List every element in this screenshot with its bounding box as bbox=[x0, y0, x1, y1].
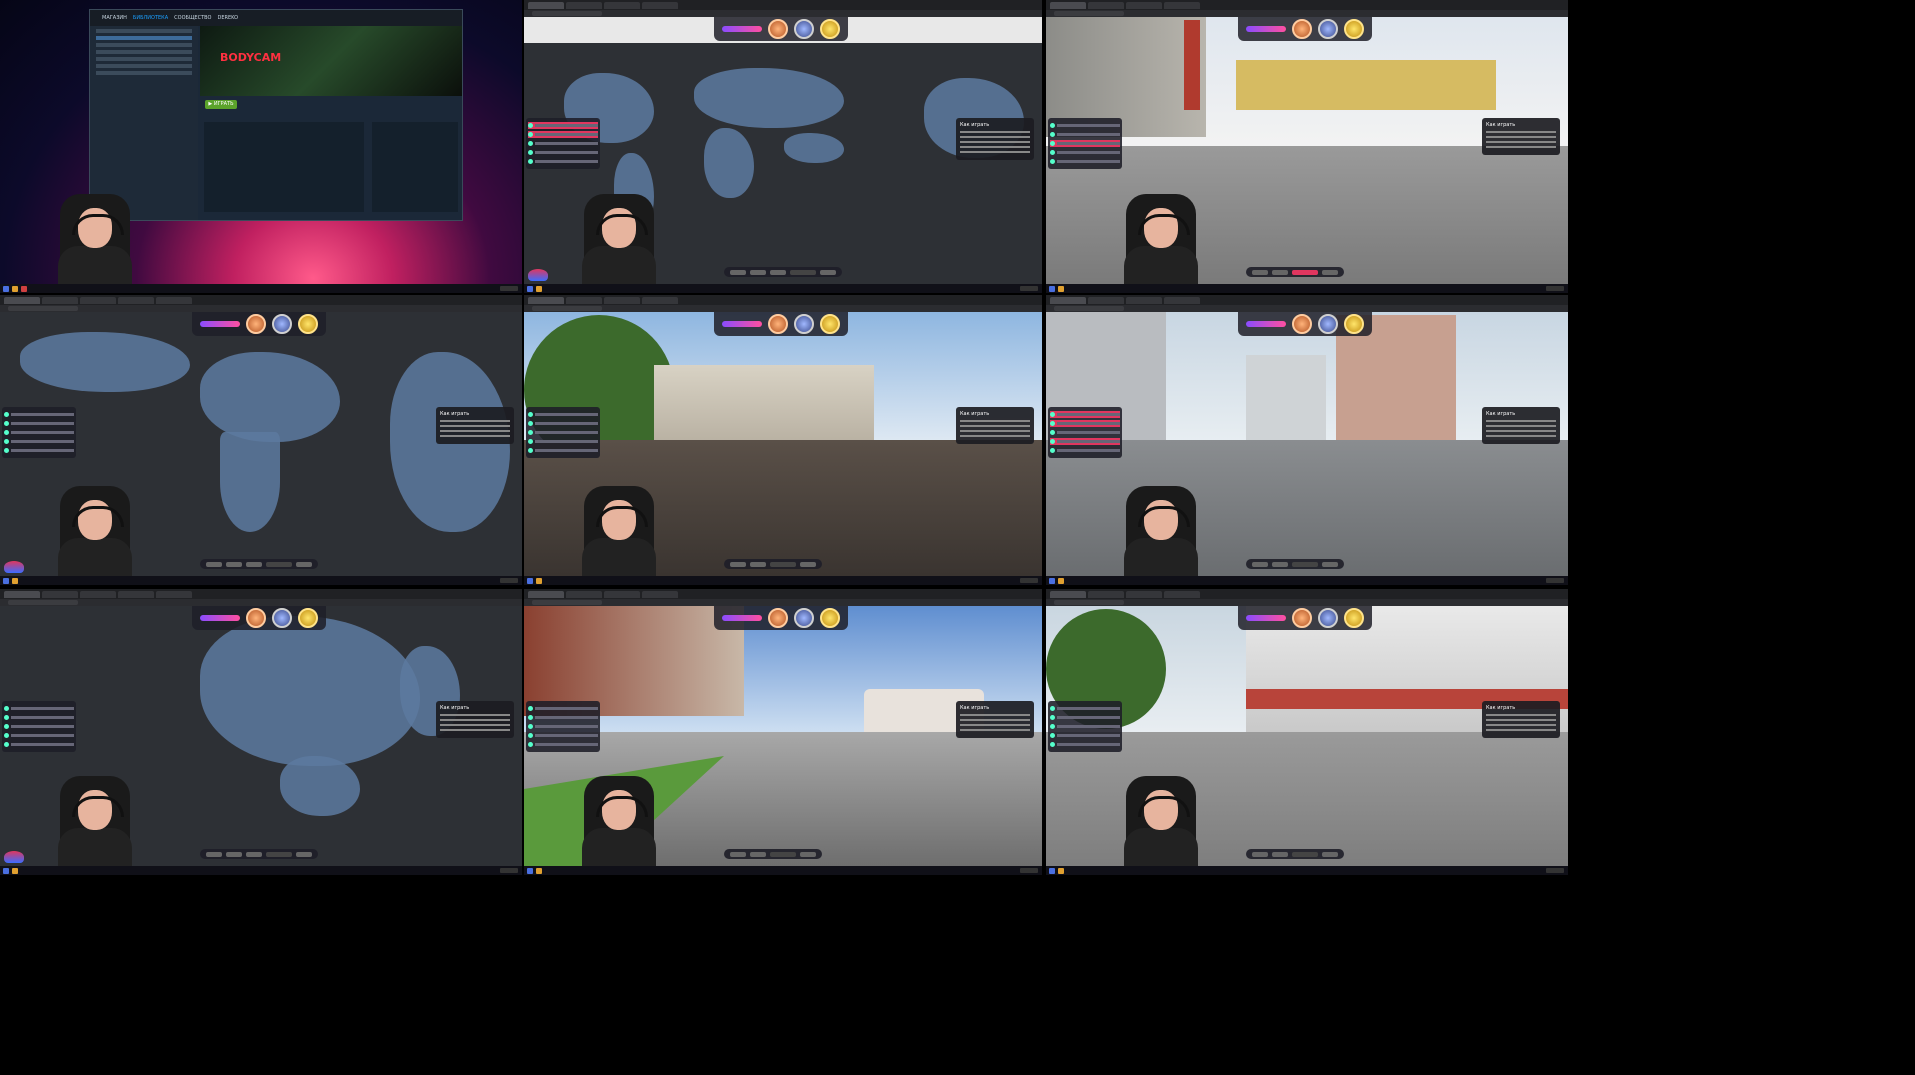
tile-street-tram: Как играть bbox=[524, 589, 1042, 875]
browser-tabs bbox=[524, 0, 1042, 10]
tab[interactable] bbox=[528, 1, 564, 9]
webcam-streamer bbox=[40, 486, 150, 578]
browser-icon[interactable] bbox=[12, 285, 18, 292]
address-bar[interactable] bbox=[1046, 10, 1568, 17]
steam-menu-community[interactable]: СООБЩЕСТВО bbox=[174, 15, 211, 21]
webcam-streamer bbox=[564, 194, 674, 286]
round-controls bbox=[724, 267, 842, 277]
library-item[interactable] bbox=[96, 57, 192, 61]
tile-street-parking: Как играть bbox=[1046, 589, 1568, 875]
tile-street-city: Как играть bbox=[1046, 295, 1568, 585]
tab[interactable] bbox=[566, 1, 602, 9]
webcam-streamer bbox=[1106, 776, 1216, 868]
friends-card bbox=[372, 122, 458, 212]
tab[interactable] bbox=[642, 1, 678, 9]
taskbar bbox=[1046, 284, 1568, 293]
players-panel bbox=[1048, 118, 1122, 169]
tile-india-map: Как играть bbox=[0, 295, 522, 585]
webcam-streamer bbox=[40, 776, 150, 868]
medal-gold-icon bbox=[820, 19, 840, 39]
steam-library-sidebar bbox=[90, 26, 198, 220]
tile-street-kremlin: Как играть bbox=[1046, 0, 1568, 293]
browser-icon[interactable] bbox=[536, 285, 542, 292]
tile-america-map: Как играть bbox=[0, 589, 522, 875]
game-logo: BODYCAM bbox=[220, 51, 282, 64]
medal-silver-icon bbox=[794, 19, 814, 39]
steam-menu-library[interactable]: БИБЛИОТЕКА bbox=[133, 15, 168, 21]
library-item[interactable] bbox=[96, 71, 192, 75]
library-item[interactable] bbox=[96, 43, 192, 47]
clock bbox=[500, 286, 518, 291]
app-icon[interactable] bbox=[21, 285, 27, 292]
game-hud bbox=[1238, 17, 1372, 41]
players-panel bbox=[526, 118, 600, 169]
how-to-play-panel: Как играть bbox=[1482, 118, 1560, 155]
tile-world-map: Как играть bbox=[524, 0, 1042, 293]
tile-steam: МАГАЗИН БИБЛИОТЕКА СООБЩЕСТВО DEREKO BOD… bbox=[0, 0, 522, 293]
webcam-streamer bbox=[40, 194, 150, 286]
webcam-streamer bbox=[564, 486, 674, 578]
browser-tabs bbox=[1046, 0, 1568, 10]
webcam-streamer bbox=[1106, 486, 1216, 578]
mapmint-logo bbox=[528, 269, 548, 281]
activity-card bbox=[204, 122, 364, 212]
taskbar bbox=[0, 284, 522, 293]
library-item[interactable] bbox=[96, 64, 192, 68]
start-icon[interactable] bbox=[527, 285, 533, 292]
webcam-streamer bbox=[1106, 194, 1216, 286]
game-hero-banner: BODYCAM bbox=[200, 26, 462, 96]
gear-icon[interactable] bbox=[820, 269, 836, 275]
taskbar bbox=[524, 284, 1042, 293]
start-icon[interactable] bbox=[3, 285, 9, 292]
steam-menu-user[interactable]: DEREKO bbox=[218, 15, 239, 21]
steam-window: МАГАЗИН БИБЛИОТЕКА СООБЩЕСТВО DEREKO BOD… bbox=[89, 9, 463, 221]
medal-bronze-icon bbox=[768, 19, 788, 39]
tile-street-building: Как играть bbox=[524, 295, 1042, 585]
guess-button[interactable] bbox=[790, 269, 816, 275]
round-controls bbox=[1246, 267, 1344, 277]
game-hud bbox=[714, 17, 848, 41]
steam-menu: МАГАЗИН БИБЛИОТЕКА СООБЩЕСТВО DEREKO bbox=[90, 10, 462, 26]
webcam-streamer bbox=[564, 776, 674, 868]
library-item[interactable] bbox=[96, 29, 192, 33]
steam-menu-store[interactable]: МАГАЗИН bbox=[102, 15, 127, 21]
help-title: Как играть bbox=[960, 122, 990, 128]
tab[interactable] bbox=[604, 1, 640, 9]
address-bar[interactable] bbox=[524, 10, 1042, 17]
library-item[interactable] bbox=[96, 36, 192, 40]
play-button[interactable]: ▶ ИГРАТЬ bbox=[205, 100, 237, 109]
library-item[interactable] bbox=[96, 50, 192, 54]
how-to-play-panel: Как играть bbox=[956, 118, 1034, 160]
